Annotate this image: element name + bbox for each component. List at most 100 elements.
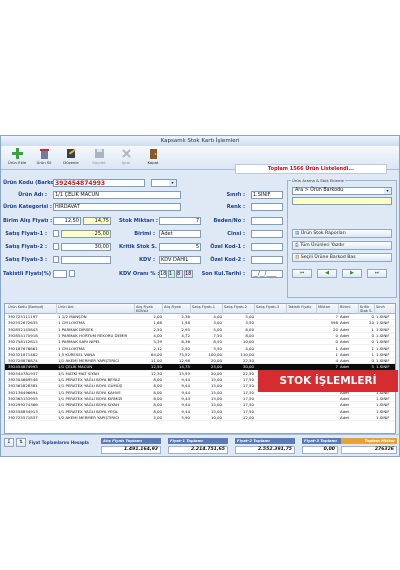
save-button[interactable]: Kaydet: [89, 148, 109, 168]
size-input[interactable]: [251, 217, 283, 225]
stock-qty-label: Stok Miktarı :: [119, 218, 158, 224]
table-cell: 1 PARMAK DİRSEK: [58, 326, 94, 332]
table-cell: 392725571837: [8, 414, 38, 420]
table-cell: [255, 396, 287, 402]
special-code-1-input[interactable]: [251, 243, 283, 251]
stock-card-form: Ürün Kodu (Barkod) : 392454874993 ▾ Ürün…: [1, 170, 399, 303]
window-title: Kapsamlı Stok Kartı İşlemleri: [1, 136, 399, 146]
table-cell: 10,00: [242, 339, 254, 345]
sort-button[interactable]: ⇅: [16, 438, 26, 447]
type-input[interactable]: [251, 230, 283, 238]
table-cell: 20,00: [210, 370, 222, 376]
table-cell: 392304669546: [8, 377, 38, 382]
discount-checkbox[interactable]: [69, 270, 75, 277]
grid-column-header[interactable]: Ürün Kodu (Barkod): [7, 304, 57, 314]
chevron-down-icon: ▾: [169, 180, 176, 186]
barcode-input[interactable]: 392454874993: [53, 179, 145, 187]
table-cell: 392728876874: [8, 358, 38, 364]
stock-qty-input[interactable]: 7: [159, 217, 201, 225]
grid-column-header[interactable]: Alış Fiyatı KDVsiz: [135, 304, 163, 314]
barcode-options-dropdown[interactable]: ▾: [151, 179, 177, 187]
table-cell: 30,00: [242, 364, 254, 370]
grid-column-header[interactable]: Satış Fiyatı-1: [191, 304, 223, 314]
sale-price-3-checkbox[interactable]: [53, 256, 59, 263]
grid-column-header[interactable]: Sınıfı: [375, 304, 395, 314]
print-barcode-button[interactable]: ▥ Seçili Ürüne Barkod Bas: [292, 253, 392, 262]
critical-stock-input[interactable]: 5: [159, 243, 201, 251]
edit-product-button[interactable]: Düzenle: [61, 148, 81, 168]
cancel-icon: [121, 149, 131, 158]
table-cell: 1,68: [153, 320, 162, 326]
table-cell: 1,98: [181, 320, 190, 326]
table-cell: 1: [371, 326, 374, 332]
table-cell: 15,93: [178, 370, 190, 376]
sale-price-2-input[interactable]: 30,00: [61, 243, 111, 251]
grid-column-header[interactable]: Kritik Stok S.: [359, 304, 375, 314]
table-cell: Adet: [340, 351, 349, 357]
table-cell: 2,00: [153, 314, 162, 319]
table-cell: 1.SINIF: [376, 314, 390, 319]
kdv-rate-18b-option[interactable]: 18: [184, 270, 193, 278]
table-cell: 0: [371, 314, 374, 319]
table-cell: Adet: [340, 345, 349, 351]
color-input[interactable]: [251, 203, 283, 211]
save-icon: [94, 149, 104, 158]
delete-product-button[interactable]: Ürün Sil: [34, 148, 54, 168]
table-cell: Adet: [340, 358, 349, 364]
cancel-button[interactable]: İptal: [116, 148, 136, 168]
table-cell: 1.SINIF: [376, 414, 390, 420]
table-row[interactable]: 392725571837 1/2 AKEMİ MERMER YAPIŞTIRICI…: [5, 414, 395, 422]
grid-column-header[interactable]: Alış Fiyatı: [163, 304, 191, 314]
purchase-price-vat-input[interactable]: 14,75: [83, 217, 111, 225]
table-cell: 3,50: [245, 320, 254, 326]
table-cell: [255, 346, 287, 352]
category-label: Ürün Kategorisi :: [3, 204, 52, 210]
grid-column-header[interactable]: Satış Fiyatı-2: [223, 304, 255, 314]
kdv-input[interactable]: KDV DAHİL: [159, 256, 201, 264]
stock-reports-button[interactable]: ▤ Ürün Stok Raporları: [292, 229, 392, 238]
special-code-2-input[interactable]: [251, 256, 283, 264]
product-grid[interactable]: Ürün Kodu (Barkod) Ürün Adı Alış Fiyatı KD…: [4, 303, 396, 434]
table-cell: [255, 415, 287, 421]
kdv-rate-1-option[interactable]: 1: [168, 270, 175, 278]
table-cell: 9,44: [181, 377, 190, 382]
sale-price-2-checkbox[interactable]: [53, 243, 59, 250]
unit-input[interactable]: Adet: [159, 230, 201, 238]
grid-column-header[interactable]: Miktarı: [317, 304, 339, 314]
kdv-rate-18-option[interactable]: 18: [159, 270, 167, 278]
sale-price-1-checkbox[interactable]: [53, 230, 59, 237]
close-button[interactable]: Kapat: [143, 148, 163, 168]
toolbar: Ürün Ekle Ürün Sil Düzenle Kaydet İptal …: [1, 146, 399, 174]
grid-column-header[interactable]: Takistli Fiyatı: [287, 304, 317, 314]
discount-input[interactable]: [53, 270, 67, 278]
table-cell: 1/1 ÇELİK MACUN: [58, 364, 93, 370]
search-mode-dropdown[interactable]: Ara > Ürün Barkodu ▾: [292, 187, 392, 195]
print-all-products-button[interactable]: ⎙ Tüm Ürünleri Yazdır: [292, 241, 392, 250]
sale-price-1-input[interactable]: 25,00: [61, 230, 111, 238]
grid-column-header[interactable]: Ürün Adı: [57, 304, 135, 314]
table-cell: 1/1 PERATEX YAĞLI BOYA BEYAZ: [58, 377, 121, 382]
last-use-date-input[interactable]: __/__/____: [251, 270, 283, 278]
kdv-rate-8-option[interactable]: 8: [176, 270, 183, 278]
previous-record-button[interactable]: ◀: [317, 269, 337, 278]
grid-column-header[interactable]: Satış Fiyatı-3: [255, 304, 287, 314]
sigma-button[interactable]: Σ: [4, 438, 14, 447]
table-cell: 8,00: [153, 377, 162, 382]
class-input[interactable]: 1.SINIF: [251, 191, 283, 199]
next-record-button[interactable]: ▶: [342, 269, 362, 278]
category-input[interactable]: HIRDAVAT: [53, 203, 181, 211]
table-cell: 75,52: [178, 351, 190, 357]
calc-totals-label[interactable]: Fiyat Toplamlarını Hesapla: [29, 440, 89, 445]
product-name-input[interactable]: 1/1 ÇELİK MACUN: [53, 191, 181, 199]
purchase-price-input[interactable]: 12,50: [53, 217, 81, 225]
first-record-button[interactable]: ⏮: [292, 269, 312, 278]
table-cell: 4,00: [213, 314, 222, 319]
sale-price-3-input[interactable]: [61, 256, 111, 264]
search-input[interactable]: [292, 197, 392, 205]
grid-column-header[interactable]: Birimi: [339, 304, 359, 314]
last-record-button[interactable]: ⏭: [367, 269, 387, 278]
table-cell: 7: [335, 314, 338, 319]
delete-icon: [39, 149, 49, 159]
add-product-button[interactable]: Ürün Ekle: [7, 148, 27, 168]
table-cell: 7,50: [213, 332, 222, 338]
